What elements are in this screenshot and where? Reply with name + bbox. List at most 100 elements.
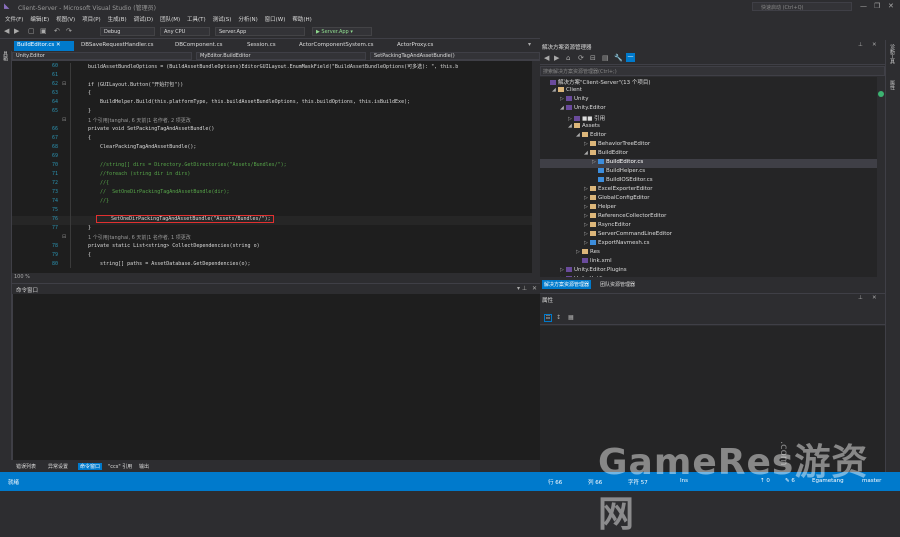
menu-project[interactable]: 项目(P) [82, 15, 101, 23]
quick-launch-input[interactable]: 快速启动 (Ctrl+Q) [752, 2, 852, 11]
vertical-scrollbar[interactable] [532, 61, 540, 273]
tab-dbsaverequesthandler[interactable]: DBSaveRequestHandler.cs [78, 41, 168, 51]
menu-team[interactable]: 团队(M) [160, 15, 180, 23]
tree-item[interactable]: ◢ BuildEditor [540, 150, 885, 159]
tree-item[interactable]: ◢ Assets [540, 123, 885, 132]
class-dropdown[interactable]: MyEditor.BuildEditor [196, 52, 366, 60]
redo-icon[interactable]: ↷ [66, 27, 72, 35]
code-line[interactable]: 78 private static List<string> CollectDep… [12, 243, 540, 252]
tree-item[interactable]: ◢ Unity.Editor [540, 105, 885, 114]
preview-icon[interactable]: — [626, 53, 635, 62]
close-icon[interactable]: ✕ [888, 2, 894, 10]
code-line[interactable]: 65} [12, 108, 540, 117]
tree-scrollbar[interactable] [877, 77, 885, 277]
tree-item[interactable]: ◢ Client [540, 87, 885, 96]
menu-view[interactable]: 视图(V) [56, 15, 75, 23]
code-line[interactable]: 61 [12, 72, 540, 81]
tab-output[interactable]: 输出 [137, 463, 151, 470]
save-icon[interactable]: ▣ [40, 27, 47, 35]
code-line[interactable]: 70 //string[] dirs = Directory.GetDirect… [12, 162, 540, 171]
alphabetical-icon[interactable]: ↕ [556, 314, 561, 321]
code-line[interactable]: 74 //} [12, 198, 540, 207]
tab-actorproxy[interactable]: ActorProxy.cs [394, 41, 454, 51]
editor-scrollbar[interactable]: 100 % [12, 273, 540, 281]
code-line[interactable]: 75 [12, 207, 540, 216]
code-line[interactable]: 62 if (GUILayout.Button("开始打包")) [12, 81, 540, 90]
property-pages-icon[interactable]: ▦ [568, 314, 574, 321]
menu-edit[interactable]: 编辑(E) [30, 15, 49, 23]
code-line[interactable]: 67 { [12, 135, 540, 144]
maximize-icon[interactable]: ❐ [874, 2, 880, 10]
tab-exception-settings[interactable]: 异常设置 [46, 463, 70, 470]
member-dropdown[interactable]: SetPackingTagAndAssetBundle() [370, 52, 540, 60]
tree-item[interactable]: ▷ Unity.Editor.Plugins [540, 267, 885, 276]
close-panel-icon[interactable]: ✕ [532, 285, 537, 292]
collapse-toggle-icon[interactable]: ⊟ [62, 117, 66, 123]
code-line[interactable]: 68 ClearPackingTagAndAssetBundle(); [12, 144, 540, 153]
tab-actorcomponentsystem[interactable]: ActorComponentSystem.cs [296, 41, 391, 51]
collapse-all-icon[interactable]: ⊟ [590, 54, 596, 62]
categorized-icon[interactable]: ☷ [544, 314, 552, 322]
code-line[interactable]: 71 //foreach (string dir in dirs) [12, 171, 540, 180]
code-editor[interactable]: 60 buildAssetBundleOptions = (BuildAssetB… [12, 61, 540, 273]
tree-item[interactable]: ▷ ■■ 引用 [540, 114, 885, 123]
collapse-toggle-icon[interactable]: ⊟ [62, 234, 66, 240]
tab-error-list[interactable]: 错误列表 [14, 463, 38, 470]
tree-item[interactable]: BuildIOSEditor.cs [540, 177, 885, 186]
properties-icon[interactable]: 🔧 [614, 54, 623, 62]
menu-window[interactable]: 窗口(W) [265, 15, 286, 23]
tree-item[interactable]: ▷ ExcelExporterEditor [540, 186, 885, 195]
collapse-toggle-icon[interactable]: ⊟ [62, 81, 66, 87]
pin-icon[interactable]: ⊥ [858, 42, 863, 48]
tree-item[interactable]: link.xml [540, 258, 885, 267]
solution-search-input[interactable]: 搜索解决方案资源管理器(Ctrl+;) [540, 66, 885, 76]
menu-build[interactable]: 生成(B) [108, 15, 127, 23]
start-debug-button[interactable]: ▶ Server.App ▾ [312, 27, 372, 36]
tab-ccs-references[interactable]: "ccs" 引用 [106, 463, 134, 470]
code-line[interactable]: 60 buildAssetBundleOptions = (BuildAssetB… [12, 63, 540, 72]
sync-icon[interactable]: ⟳ [578, 54, 584, 62]
code-line[interactable]: 64 BuildHelper.Build(this.platformType, … [12, 99, 540, 108]
tab-command-window[interactable]: 命令窗口 [78, 463, 103, 470]
minimize-icon[interactable]: — [860, 2, 867, 10]
code-line[interactable]: 80 string[] paths = AssetDatabase.GetDep… [12, 261, 540, 270]
pin-icon[interactable]: ▾ ⊥ [517, 285, 527, 292]
platform-select[interactable]: Any CPU [160, 27, 210, 36]
startup-project-select[interactable]: Server.App [215, 27, 305, 36]
tab-overflow-icon[interactable]: ▾ [528, 41, 531, 48]
code-line[interactable]: 77} [12, 225, 540, 234]
tree-item[interactable]: ▷ GlobalConfigEditor [540, 195, 885, 204]
code-line[interactable]: 73 // SetOneDirPackingTagAndAssetBundle(… [12, 189, 540, 198]
code-line[interactable]: 76 SetOneDirPackingTagAndAssetBundle("As… [12, 215, 540, 225]
tree-item[interactable]: ▷ Res [540, 249, 885, 258]
tree-item[interactable]: ▷Unity.Hotfix [540, 276, 885, 277]
tab-buildeditor[interactable]: BuildEditor.cs ✕ [14, 41, 74, 51]
tree-item[interactable]: ▷ ReferenceCollectorEditor [540, 213, 885, 222]
pin-icon[interactable]: ⊥ [858, 295, 863, 301]
tree-item[interactable]: ▷ BehaviorTreeEditor [540, 141, 885, 150]
menu-analyze[interactable]: 分析(N) [238, 15, 257, 23]
code-line[interactable]: 1 个引用|tanghai, 6 天前|1 名作者, 2 项更改 [12, 117, 540, 126]
menu-help[interactable]: 帮助(H) [292, 15, 311, 23]
home-icon[interactable]: ⌂ [566, 54, 570, 62]
code-line[interactable]: 63 { [12, 90, 540, 99]
zoom-level[interactable]: 100 % [14, 274, 30, 280]
code-line[interactable]: 1 个引用|tanghai, 6 天前|1 名作者, 1 项更改 [12, 234, 540, 243]
code-line[interactable]: 66 private void SetPackingTagAndAssetBund… [12, 126, 540, 135]
diagnostic-tools-tab[interactable]: 诊断工具 [889, 44, 896, 64]
command-window-input[interactable] [12, 294, 540, 460]
undo-icon[interactable]: ↶ [54, 27, 60, 35]
tab-dbcomponent[interactable]: DBComponent.cs [172, 41, 242, 51]
tree-item[interactable]: 解决方案"Client-Server"(13 个项目) [540, 78, 885, 87]
menu-tools[interactable]: 工具(T) [187, 15, 206, 23]
tab-session[interactable]: Session.cs [244, 41, 294, 51]
tree-item[interactable]: ▷ BuildEditor.cs [540, 159, 885, 168]
close-panel-icon[interactable]: ✕ [872, 42, 877, 48]
code-line[interactable]: 72 //{ [12, 180, 540, 189]
new-file-icon[interactable]: ▢ [28, 27, 35, 35]
code-line[interactable]: 69 [12, 153, 540, 162]
tree-item[interactable]: ◢ Editor [540, 132, 885, 141]
tree-item[interactable]: ▷ RsyncEditor [540, 222, 885, 231]
project-dropdown[interactable]: Unity.Editor [12, 52, 192, 60]
tree-item[interactable]: BuildHelper.cs [540, 168, 885, 177]
